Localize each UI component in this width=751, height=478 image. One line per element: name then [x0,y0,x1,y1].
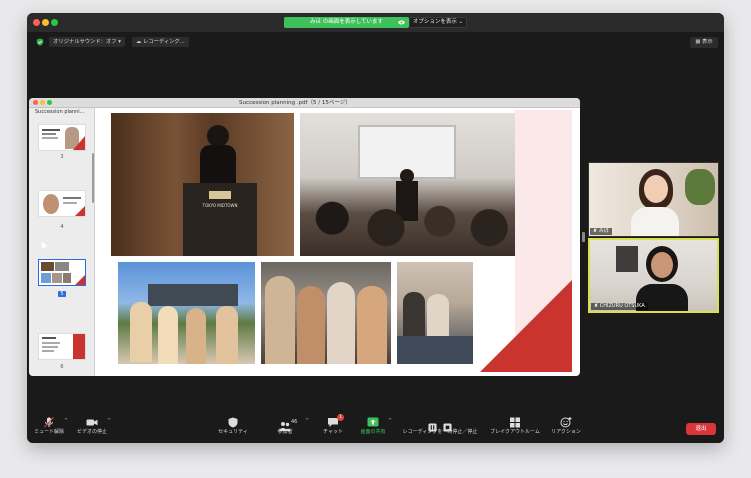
chat-unread-badge: 1 [337,414,344,421]
audio-options-chevron-icon[interactable]: ^ [64,418,68,424]
participant-name-tag: ✘ みほ [590,228,612,235]
zoom-window: みほ の画面を表示しています オプションを表示 ⌄ オリジナルサウンド：オフ ▾… [27,13,724,443]
pdf-zoom-button[interactable] [47,100,52,105]
encryption-shield-icon[interactable] [36,38,44,46]
pdf-document-title: Succession planning .pdf（5 / 15ページ） [239,100,351,106]
page-thumbnail-3[interactable] [38,124,86,151]
event-guests-photo [261,262,391,364]
cloud-icon: ☁ [136,39,143,45]
chat-button[interactable]: 1 チャット [315,414,351,441]
participant-video-chizuru-otsuka[interactable]: ✘ CHIZURU OTSUKA [588,238,719,313]
title-bar: みほ の画面を表示しています オプションを表示 ⌄ [27,13,724,32]
participants-options-chevron-icon[interactable]: ^ [305,418,309,424]
page-number-3: 3 [60,154,64,160]
minimize-window-button[interactable] [42,19,49,26]
pdf-minimize-button[interactable] [40,100,45,105]
breakout-rooms-grid-icon [510,417,520,428]
eye-icon [398,20,405,25]
golf-club-group-photo [118,262,255,364]
smiley-plus-icon [560,417,572,428]
slide-accent-red-triangle [480,280,572,372]
seminar-audience-photo [300,113,515,256]
page-thumbnail-5-selected[interactable] [38,259,86,286]
share-screen-button[interactable]: 画面の共有 [355,417,391,441]
participant-name-tag: ✘ CHIZURU OTSUKA [591,303,648,310]
stop-video-label: ビデオの停止 [76,429,107,435]
stop-video-button[interactable]: ビデオの停止 [74,417,110,441]
participant-name: みほ [598,228,609,234]
view-options-button[interactable]: オプションを表示 ⌄ [409,17,467,28]
share-banner-text: みほ の画面を表示しています [309,19,384,25]
sidebar-document-name[interactable]: Succession planni... [29,108,95,117]
view-label: 表示 [702,39,713,45]
microphone-muted-icon [44,417,54,428]
share-screen-arrow-icon [367,417,379,427]
breakout-rooms-label: ブレイクアウトルーム [490,429,540,435]
sidebar-scrollbar[interactable] [92,153,94,203]
close-window-button[interactable] [33,19,40,26]
breakout-rooms-button[interactable]: ブレイクアウトルーム [487,417,543,441]
video-panel-resize-handle[interactable] [582,232,585,242]
video-camera-icon [86,419,98,426]
page-number-4: 4 [60,224,64,230]
participant-name: CHIZURU OTSUKA [599,303,645,309]
unmute-button[interactable]: ミュート解除 [31,417,67,441]
zoom-window-button[interactable] [51,19,58,26]
security-label: セキュリティ [218,429,248,435]
chat-label: チャット [323,429,343,435]
podium-sign-text: TOKYO MIDTOWN [202,203,238,208]
reactions-label: リアクション [551,429,581,435]
speaker-podium-photo: TOKYO MIDTOWN [111,113,294,256]
page-thumbnail-4[interactable] [38,190,86,217]
share-screen-label: 画面の共有 [360,429,386,435]
original-sound-toggle[interactable]: オリジナルサウンド：オフ ▾ [49,37,125,47]
page-number-5: 5 [29,291,95,297]
page-thumbnail-6[interactable] [38,333,86,360]
screen-share-banner: みほ の画面を表示しています [284,17,409,28]
page-number-5-label: 5 [58,291,66,297]
recording-label: レコーディング... [142,39,185,45]
pdf-close-button[interactable] [33,100,38,105]
page-number-6: 6 [60,364,64,370]
leave-meeting-button[interactable]: 退出 [686,423,716,435]
participants-count: 46 [291,419,298,425]
shield-icon [228,417,238,428]
recording-indicator[interactable]: ☁ レコーディング... [132,37,189,47]
pdf-slide-page-5: TOKYO MIDTOWN [105,110,572,372]
meeting-top-bar: オリジナルサウンド：オフ ▾ ☁ レコーディング... ▦ 表示 [27,32,724,52]
security-button[interactable]: セキュリティ [215,417,251,441]
view-layout-button[interactable]: ▦ 表示 [690,37,718,48]
participants-icon [279,422,291,431]
unmute-label: ミュート解除 [33,429,64,435]
participants-button[interactable]: 46 参加者 [267,417,303,441]
reactions-button[interactable]: リアクション [547,417,585,441]
pdf-title-bar: Succession planning .pdf（5 / 15ページ） [29,98,580,108]
share-options-chevron-icon[interactable]: ^ [388,418,392,424]
meeting-controls-toolbar: ミュート解除 ^ ビデオの停止 ^ セキュリティ 46 参加者 ^ 1 チャット [27,414,724,443]
recording-controls-label: レコーディングを一時停止／停止 [402,429,478,435]
recording-pause-stop-button[interactable]: レコーディングを一時停止／停止 [398,417,482,441]
participant-video-miho[interactable]: ✘ みほ [588,162,719,237]
video-options-chevron-icon[interactable]: ^ [107,418,111,424]
shared-pdf-window: Succession planning .pdf（5 / 15ページ） Succ… [29,98,580,376]
lounge-sofa-photo [397,262,473,364]
